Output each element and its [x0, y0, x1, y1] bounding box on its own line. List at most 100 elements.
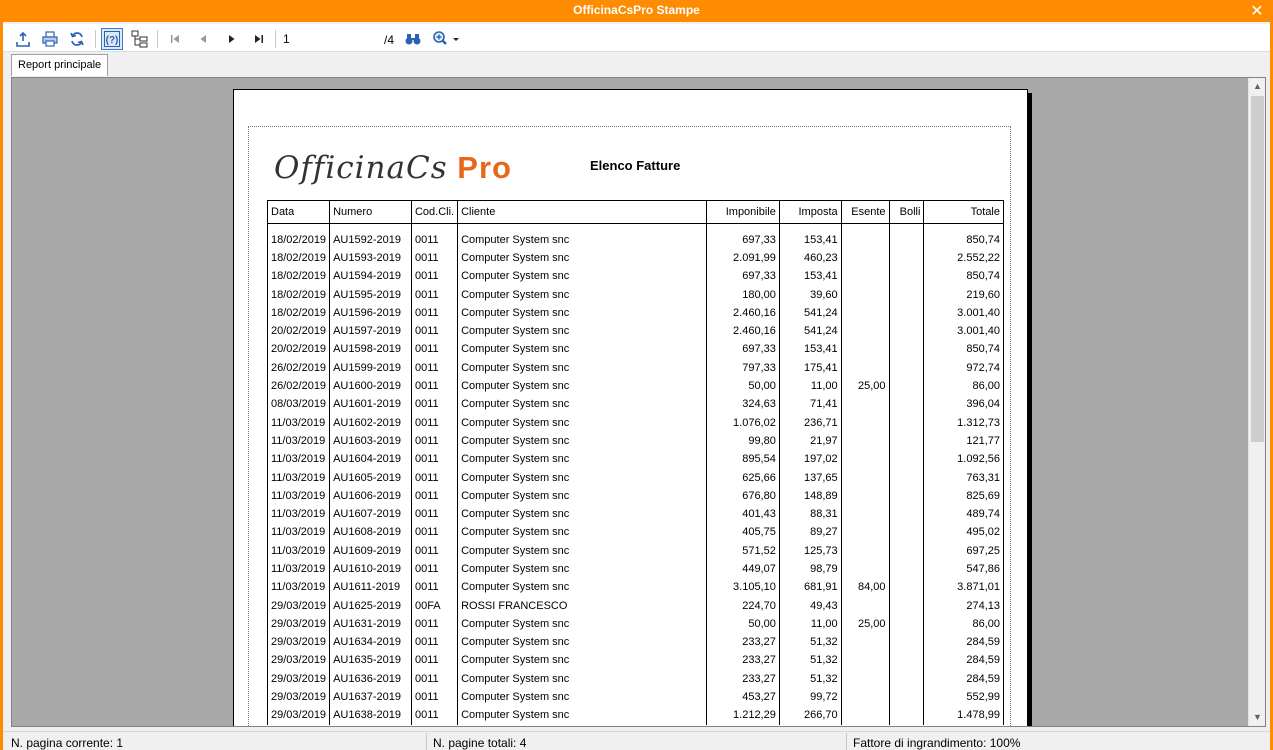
cell-esente	[840, 633, 890, 652]
cell-esente	[840, 559, 890, 579]
cell-totale: 850,74	[923, 340, 1004, 359]
cell-esente	[840, 486, 890, 505]
scrollbar-thumb[interactable]	[1251, 96, 1264, 442]
cell-data: 11/03/2019	[266, 523, 331, 542]
vertical-scrollbar[interactable]: ▲ ▼	[1248, 78, 1265, 726]
tab-report-principale[interactable]: Report principale	[11, 54, 109, 76]
page-total: /4	[384, 33, 395, 47]
close-icon[interactable]: ✕	[1249, 1, 1265, 21]
cell-data: 08/03/2019	[266, 395, 331, 414]
toolbar-separator	[95, 30, 96, 48]
next-page-icon[interactable]	[221, 28, 243, 50]
cell-imposta: 98,79	[778, 559, 842, 579]
scroll-down-icon[interactable]: ▼	[1249, 709, 1265, 726]
company-logo: OfficinaCs Pro	[274, 151, 512, 186]
first-page-icon[interactable]	[164, 28, 186, 50]
cell-totale: 763,31	[923, 468, 1004, 487]
cell-imponibile: 2.091,99	[706, 248, 780, 268]
cell-data: 18/02/2019	[266, 267, 331, 286]
print-icon[interactable]	[39, 28, 61, 50]
cell-numero: AU1609-2019	[329, 541, 412, 560]
cell-totale: 284,59	[923, 669, 1004, 688]
cell-totale: 219,60	[923, 285, 1004, 304]
cell-data: 29/03/2019	[266, 614, 331, 634]
zoom-icon[interactable]	[430, 28, 462, 50]
cell-data: 29/03/2019	[266, 706, 331, 725]
cell-esente	[840, 687, 890, 707]
cell-numero: AU1606-2019	[329, 486, 412, 505]
cell-data: 29/03/2019	[266, 687, 331, 707]
cell-totale: 552,99	[923, 687, 1004, 707]
cell-esente	[840, 504, 890, 524]
column-header-data: Data	[266, 200, 331, 224]
cell-cod-cli: 0011	[410, 450, 459, 469]
cell-cliente: Computer System snc	[457, 486, 708, 505]
cell-cod-cli: 0011	[410, 578, 459, 597]
table-spacer-row	[266, 223, 1004, 231]
cell-data: 18/02/2019	[266, 285, 331, 304]
cell-cod-cli: 0011	[410, 376, 459, 396]
invoice-table: Data Numero Cod.Cli. Cliente Imponibile …	[266, 200, 1004, 725]
cell-imponibile: 50,00	[706, 614, 780, 634]
table-row: 11/03/2019 AU1602-2019 0011 Computer System…	[266, 413, 1004, 432]
cell-cliente: Computer System snc	[457, 633, 708, 652]
cell-imponibile: 625,66	[706, 468, 780, 487]
cell-imposta: 49,43	[778, 596, 842, 615]
cell-totale: 274,13	[923, 596, 1004, 615]
cell-cod-cli: 0011	[410, 468, 459, 487]
scroll-up-icon[interactable]: ▲	[1249, 78, 1265, 95]
cell-bolli	[888, 651, 925, 670]
tree-icon[interactable]	[129, 28, 151, 50]
cell-imposta: 460,23	[778, 248, 842, 268]
cell-cliente: Computer System snc	[457, 541, 708, 560]
cell-totale: 825,69	[923, 486, 1004, 505]
cell-bolli	[888, 633, 925, 652]
cell-bolli	[888, 523, 925, 542]
cell-numero: AU1602-2019	[329, 413, 412, 432]
report-title: Elenco Fatture	[590, 158, 681, 173]
refresh-icon[interactable]	[66, 28, 88, 50]
cell-esente	[840, 651, 890, 670]
cell-imposta: 197,02	[778, 450, 842, 469]
last-page-icon[interactable]	[248, 28, 270, 50]
cell-bolli	[888, 431, 925, 451]
status-current-page: N. pagina corrente: 1	[11, 736, 124, 750]
table-header-row: Data Numero Cod.Cli. Cliente Imponibile …	[266, 200, 1004, 224]
cell-cliente: Computer System snc	[457, 267, 708, 286]
cell-imposta: 11,00	[778, 614, 842, 634]
page-number-input[interactable]	[281, 30, 379, 48]
find-icon[interactable]	[402, 28, 424, 50]
cell-cod-cli: 0011	[410, 358, 459, 377]
cell-numero: AU1637-2019	[329, 687, 412, 707]
cell-data: 18/02/2019	[266, 248, 331, 268]
cell-numero: AU1601-2019	[329, 395, 412, 414]
cell-imposta: 175,41	[778, 358, 842, 377]
cell-cliente: Computer System snc	[457, 687, 708, 707]
cell-cliente: Computer System snc	[457, 559, 708, 579]
cell-cod-cli: 0011	[410, 669, 459, 688]
cell-bolli	[888, 340, 925, 359]
cell-cliente: Computer System snc	[457, 303, 708, 322]
help-icon[interactable]: (?)	[101, 28, 123, 50]
table-row: 11/03/2019 AU1607-2019 0011 Computer System…	[266, 504, 1004, 524]
spacer-cell	[457, 223, 708, 231]
cell-bolli	[888, 596, 925, 615]
spacer-cell	[266, 223, 331, 231]
report-viewer[interactable]: OfficinaCs Pro Elenco Fatture Data Numer…	[11, 77, 1266, 727]
cell-cod-cli: 0011	[410, 285, 459, 304]
export-icon[interactable]	[12, 28, 34, 50]
table-row: 29/03/2019 AU1634-2019 0011 Computer System…	[266, 633, 1004, 652]
cell-esente	[840, 358, 890, 377]
cell-imposta: 153,41	[778, 340, 842, 359]
prev-page-icon[interactable]	[192, 28, 214, 50]
cell-data: 11/03/2019	[266, 504, 331, 524]
cell-esente	[840, 395, 890, 414]
table-row: 11/03/2019 AU1608-2019 0011 Computer System…	[266, 523, 1004, 542]
cell-numero: AU1594-2019	[329, 267, 412, 286]
toolbar: (?) /4	[3, 24, 1270, 52]
cell-bolli	[888, 687, 925, 707]
table-row: 11/03/2019 AU1609-2019 0011 Computer System…	[266, 541, 1004, 560]
table-row: 26/02/2019 AU1599-2019 0011 Computer System…	[266, 358, 1004, 377]
cell-totale: 489,74	[923, 504, 1004, 524]
cell-esente	[840, 230, 890, 249]
